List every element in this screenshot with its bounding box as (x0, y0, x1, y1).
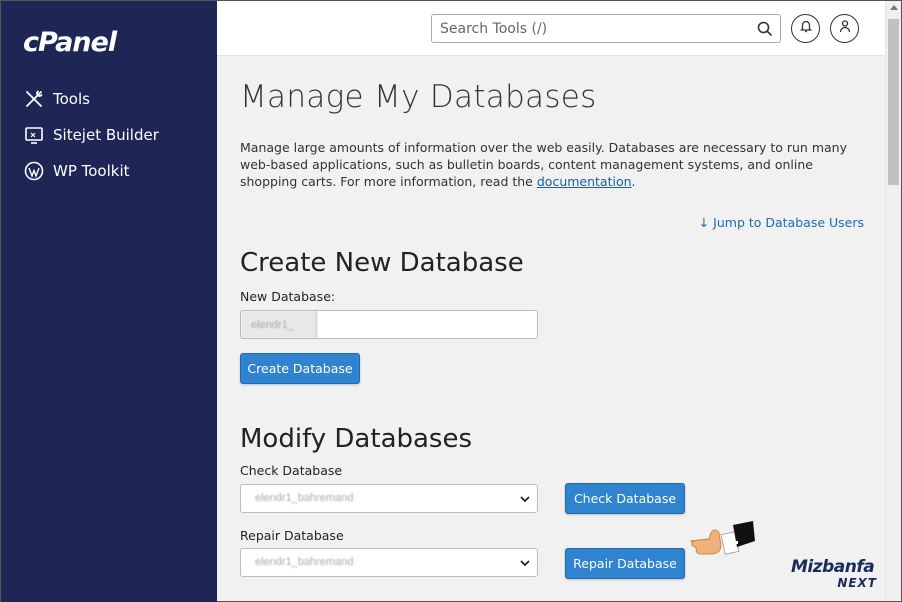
sidebar-item-label: WP Toolkit (53, 162, 130, 180)
jump-link-label: Jump to Database Users (713, 215, 864, 230)
chevron-down-icon (518, 556, 532, 570)
search-icon[interactable] (756, 20, 774, 38)
watermark-line1: Mizbanfa (791, 557, 875, 577)
wordpress-icon (23, 160, 45, 182)
bell-icon (799, 19, 813, 38)
user-icon (838, 19, 852, 38)
sidebar-item-label: Sitejet Builder (53, 126, 159, 144)
search-input[interactable] (432, 15, 742, 42)
check-database-button[interactable]: Check Database (565, 483, 685, 514)
repair-database-select[interactable]: elendr1_bahremand (240, 548, 538, 577)
create-database-button[interactable]: Create Database (240, 353, 360, 384)
scrollbar[interactable] (885, 1, 901, 601)
description-end: . (631, 174, 636, 189)
page-description: Manage large amounts of information over… (240, 139, 865, 190)
scroll-up-arrow-icon[interactable] (890, 5, 898, 10)
create-database-heading: Create New Database (240, 248, 524, 278)
new-database-field: elendr1_ (240, 310, 538, 339)
top-header (217, 1, 885, 56)
scroll-thumb[interactable] (888, 19, 899, 185)
pointing-hand-icon (687, 519, 757, 557)
repair-database-label: Repair Database (240, 528, 344, 543)
sidebar: cPanel Tools Sitejet Builder WP Toolkit (1, 1, 217, 602)
sidebar-item-sitejet-builder[interactable]: Sitejet Builder (1, 117, 217, 153)
check-database-select[interactable]: elendr1_bahremand (240, 484, 538, 513)
cpanel-logo[interactable]: cPanel (23, 27, 117, 58)
mizbanfa-watermark-logo: Mizbanfa NEXT (791, 557, 883, 591)
new-database-label: New Database: (240, 289, 336, 304)
sidebar-item-label: Tools (53, 90, 90, 108)
sidebar-nav: Tools Sitejet Builder WP Toolkit (1, 81, 217, 189)
page-title: Manage My Databases (240, 79, 597, 115)
notifications-button[interactable] (791, 14, 820, 43)
documentation-link[interactable]: documentation (537, 174, 632, 189)
arrow-down-icon: ↓ (698, 215, 710, 230)
main-content: Manage My Databases Manage large amounts… (217, 57, 885, 602)
chevron-down-icon (518, 492, 532, 506)
watermark-line2: NEXT (837, 576, 877, 590)
sitejet-icon (23, 124, 45, 146)
new-database-input[interactable] (317, 311, 537, 338)
modify-databases-heading: Modify Databases (240, 424, 473, 454)
database-prefix: elendr1_ (241, 311, 317, 338)
check-database-value: elendr1_bahremand (255, 492, 354, 504)
jump-to-database-users-link[interactable]: ↓ Jump to Database Users (699, 215, 864, 230)
check-database-label: Check Database (240, 463, 343, 478)
repair-database-button[interactable]: Repair Database (565, 548, 685, 579)
search-box (431, 14, 781, 43)
sidebar-item-wp-toolkit[interactable]: WP Toolkit (1, 153, 217, 189)
sidebar-item-tools[interactable]: Tools (1, 81, 217, 117)
repair-database-value: elendr1_bahremand (255, 556, 354, 568)
tools-icon (23, 88, 45, 110)
user-menu-button[interactable] (830, 14, 859, 43)
